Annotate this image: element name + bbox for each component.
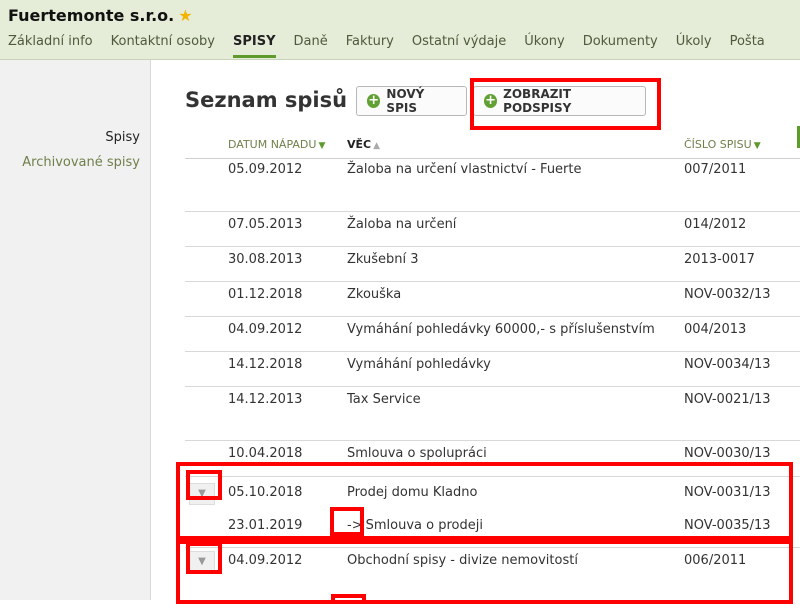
tab-ukony[interactable]: Úkony bbox=[524, 34, 564, 58]
cell-vec: Žaloba na určení vlastnictví - Fuerte bbox=[347, 162, 582, 177]
column-header-number-label: ČÍSLO SPISU bbox=[684, 138, 752, 151]
cell-number: 006/2011 bbox=[684, 553, 747, 568]
table-row[interactable]: 30.08.2013 Zkušební 3 2013-0017 bbox=[185, 247, 800, 282]
tab-posta[interactable]: Pošta bbox=[730, 34, 765, 58]
cell-number: NOV-0031/13 bbox=[684, 485, 771, 500]
cell-number: 007/2011 bbox=[684, 162, 747, 177]
cell-number: NOV-0030/13 bbox=[684, 446, 771, 461]
table-row[interactable]: 01.12.2018 Zkouška NOV-0032/13 bbox=[185, 282, 800, 317]
table-row-child[interactable]: 23.01.2019 -> Smlouva o prodeji NOV-0035/… bbox=[185, 511, 800, 548]
cell-date: 10.04.2018 bbox=[228, 446, 303, 461]
sort-down-icon: ▼ bbox=[753, 141, 761, 151]
spisy-table: DATUM NÁPADU ▼ VĚC ▲ ČÍSLO SPISU ▼ 05.09.20… bbox=[185, 130, 800, 608]
cell-date: 04.09.2012 bbox=[228, 322, 303, 337]
cell-date: 14.12.2013 bbox=[228, 392, 303, 407]
table-row[interactable]: 14.12.2013 Tax Service NOV-0021/13 bbox=[185, 387, 800, 441]
cell-number: NOV-0021/13 bbox=[684, 392, 771, 407]
table-row[interactable]: 04.09.2012 Vymáhání pohledávky 60000,- s… bbox=[185, 317, 800, 352]
company-name: Fuertemonte s.r.o. bbox=[8, 6, 175, 25]
cell-vec: Zkušební 3 bbox=[347, 252, 419, 267]
tab-dokumenty[interactable]: Dokumenty bbox=[583, 34, 658, 58]
cell-vec: Obchodní spisy - divize nemovitostí bbox=[347, 553, 578, 568]
tab-ukoly[interactable]: Úkoly bbox=[676, 34, 712, 58]
cell-vec: Tax Service bbox=[347, 392, 421, 407]
table-row[interactable]: 14.12.2018 Vymáhání pohledávky NOV-0034/… bbox=[185, 352, 800, 387]
cell-number: NOV-0032/13 bbox=[684, 287, 771, 302]
page-title: Seznam spisů bbox=[185, 88, 348, 112]
column-header-vec-label: VĚC bbox=[347, 138, 372, 151]
cell-date: 05.10.2018 bbox=[228, 485, 303, 500]
cell-date: 23.01.2019 bbox=[228, 518, 303, 533]
plus-icon: + bbox=[367, 93, 381, 108]
cell-date: 14.12.2018 bbox=[228, 357, 303, 372]
cell-number: 014/2012 bbox=[684, 217, 747, 232]
cell-date: 01.12.2018 bbox=[228, 287, 303, 302]
cell-vec: Vymáhání pohledávky 60000,- s příslušens… bbox=[347, 322, 655, 337]
main-nav: Základní info Kontaktní osoby SPISY Daně… bbox=[8, 34, 783, 58]
company-title: Fuertemonte s.r.o. ★ bbox=[8, 6, 193, 25]
top-header: Fuertemonte s.r.o. ★ Základní info Kontak… bbox=[0, 0, 800, 60]
sort-up-icon: ▲ bbox=[373, 141, 381, 151]
expand-chevron-icon[interactable]: ▼ bbox=[189, 483, 215, 505]
subspis-arrow: -> bbox=[347, 518, 363, 533]
cell-number: NOV-0034/13 bbox=[684, 357, 771, 372]
tab-kontaktni-osoby[interactable]: Kontaktní osoby bbox=[111, 34, 215, 58]
tab-ostatni-vydaje[interactable]: Ostatní výdaje bbox=[412, 34, 506, 58]
new-spis-button[interactable]: + NOVÝ SPIS bbox=[356, 86, 467, 116]
tab-spisy[interactable]: SPISY bbox=[232, 34, 276, 58]
column-header-vec[interactable]: VĚC ▲ bbox=[347, 138, 380, 151]
table-row-parent[interactable]: ▼ 04.09.2012 Obchodní spisy - divize nem… bbox=[185, 548, 800, 608]
table-row[interactable]: 10.04.2018 Smlouva o spolupráci NOV-0030… bbox=[185, 441, 800, 477]
table-header: DATUM NÁPADU ▼ VĚC ▲ ČÍSLO SPISU ▼ bbox=[185, 130, 800, 159]
table-row-parent[interactable]: ▼ 05.10.2018 Prodej domu Kladno NOV-0031… bbox=[185, 477, 800, 511]
tab-dane[interactable]: Daně bbox=[294, 34, 328, 58]
table-row[interactable]: 05.09.2012 Žaloba na určení vlastnictví … bbox=[185, 159, 800, 212]
cell-date: 30.08.2013 bbox=[228, 252, 303, 267]
tab-zakladni-info[interactable]: Základní info bbox=[8, 34, 93, 58]
cell-date: 04.09.2012 bbox=[228, 553, 303, 568]
sidebar-item-archivovane-spisy[interactable]: Archivované spisy bbox=[22, 155, 140, 170]
cell-number: 2013-0017 bbox=[684, 252, 755, 267]
new-spis-label: NOVÝ SPIS bbox=[386, 87, 425, 115]
column-header-date[interactable]: DATUM NÁPADU ▼ bbox=[228, 138, 325, 151]
cell-vec: -> Smlouva o prodeji bbox=[347, 518, 483, 533]
sidebar: Spisy Archivované spisy bbox=[0, 60, 151, 600]
expand-chevron-icon[interactable]: ▼ bbox=[189, 551, 215, 573]
sort-down-icon: ▼ bbox=[318, 141, 326, 151]
tab-faktury[interactable]: Faktury bbox=[346, 34, 394, 58]
show-subspisy-button[interactable]: + ZOBRAZIT PODSPISY bbox=[473, 86, 646, 116]
column-header-date-label: DATUM NÁPADU bbox=[228, 138, 317, 151]
cell-vec: Smlouva o spolupráci bbox=[347, 446, 487, 461]
column-header-number[interactable]: ČÍSLO SPISU ▼ bbox=[684, 138, 761, 151]
cell-number: 004/2013 bbox=[684, 322, 747, 337]
star-icon[interactable]: ★ bbox=[178, 6, 192, 25]
cell-date: 07.05.2013 bbox=[228, 217, 303, 232]
table-row[interactable]: 07.05.2013 Žaloba na určení 014/2012 bbox=[185, 212, 800, 247]
cell-date: 05.09.2012 bbox=[228, 162, 303, 177]
cell-number: NOV-0035/13 bbox=[684, 518, 771, 533]
cell-vec-text: Smlouva o prodeji bbox=[365, 518, 483, 533]
sidebar-item-spisy[interactable]: Spisy bbox=[105, 130, 140, 145]
plus-icon: + bbox=[484, 93, 498, 108]
cell-vec: Prodej domu Kladno bbox=[347, 485, 478, 500]
cell-vec: Žaloba na určení bbox=[347, 217, 457, 232]
show-subspisy-label: ZOBRAZIT PODSPISY bbox=[503, 87, 572, 115]
cell-vec: Vymáhání pohledávky bbox=[347, 357, 491, 372]
cell-vec: Zkouška bbox=[347, 287, 402, 302]
